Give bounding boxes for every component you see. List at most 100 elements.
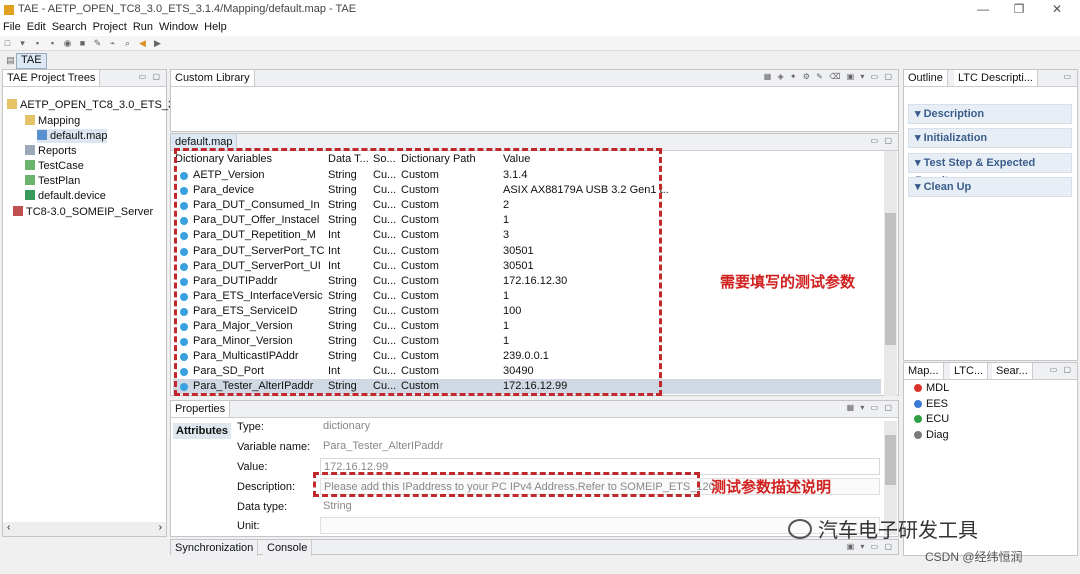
tree-item-mapping[interactable]: Mapping (25, 114, 80, 128)
map-file-icon (37, 130, 47, 140)
horizontal-scrollbar[interactable]: ‹ › (3, 522, 166, 536)
folder-icon (7, 99, 17, 109)
editor-panel-controls-icon[interactable]: ▭ ▢ (871, 136, 894, 145)
tree-label: TestPlan (38, 175, 81, 187)
custom-library-header: Custom Library ▦ ◈ ✦ ⚙ ✎ ⌫ ▣ ▾ ▭ ▢ (171, 70, 898, 87)
new-icon[interactable]: □ (2, 38, 13, 48)
menu-help[interactable]: Help (201, 20, 230, 35)
wechat-watermark: 汽车电子研发工具 (788, 514, 978, 543)
toolbar: □ ▾ ▪ ▪ ◉ ■ ✎ ⌁ ⌕ ◀ ▶ (0, 36, 1080, 51)
map-item[interactable]: EES (914, 397, 948, 411)
panel-controls-icon[interactable]: ▭ ▢ (139, 72, 162, 81)
project-icon (13, 206, 23, 216)
prop-value-type: dictionary (323, 420, 371, 432)
open-perspective-icon[interactable]: ▤ (5, 55, 16, 65)
menu-project[interactable]: Project (90, 20, 130, 35)
section-label: Clean Up (923, 181, 972, 193)
tree-label: Reports (38, 145, 77, 157)
edit-icon[interactable]: ✎ (92, 38, 103, 48)
folder-icon (25, 115, 35, 125)
annotation-box-description (313, 472, 700, 497)
map-panel-header: Map... LTC... Sear... ▭ ▢ (904, 363, 1077, 380)
tree-label: AETP_OPEN_TC8_3.0_ETS_3.1 (20, 99, 184, 111)
map-item[interactable]: MDL (914, 381, 949, 395)
editor-vertical-scrollbar[interactable] (884, 151, 897, 396)
back-icon[interactable]: ◀ (137, 38, 148, 48)
menu-run[interactable]: Run (130, 20, 156, 35)
prop-value-data-type: String (323, 500, 352, 512)
map-item-icon (914, 384, 922, 392)
tab-map[interactable]: Map... (904, 363, 944, 379)
forward-icon[interactable]: ▶ (152, 38, 163, 48)
save-all-icon[interactable]: ▪ (47, 38, 58, 48)
annotation-params-label: 需要填写的测试参数 (720, 274, 856, 291)
map-item-icon (914, 430, 922, 439)
menu-window[interactable]: Window (156, 20, 201, 35)
section-label: Description (923, 108, 985, 120)
testcase-icon (25, 160, 35, 170)
window-title: TAE - AETP_OPEN_TC8_3.0_ETS_3.1.4/Mappin… (18, 3, 357, 15)
section-initialization[interactable]: ▾ Initialization (908, 128, 1072, 148)
scroll-left-icon[interactable]: ‹ (7, 522, 10, 533)
tree-item-someip-server[interactable]: TC8-3.0_SOMEIP_Server (13, 205, 153, 219)
menu-file[interactable]: File (0, 20, 24, 35)
maximize-button[interactable]: ❐ (1004, 2, 1034, 18)
tree-item-default-map[interactable]: default.map (37, 129, 108, 143)
tab-properties[interactable]: Properties (171, 401, 231, 417)
tree-item-testcase[interactable]: TestCase (25, 159, 84, 173)
tab-project-trees[interactable]: TAE Project Trees (3, 70, 101, 86)
properties-scroll-thumb[interactable] (885, 435, 896, 485)
section-clean-up[interactable]: ▾ Clean Up (908, 177, 1072, 197)
tab-synchronization[interactable]: Synchronization (171, 540, 259, 556)
library-toolbar-icons[interactable]: ▦ ◈ ✦ ⚙ ✎ ⌫ ▣ ▾ ▭ ▢ (764, 72, 894, 81)
scroll-thumb[interactable] (885, 213, 896, 345)
tab-ltc[interactable]: LTC... (950, 363, 989, 379)
tab-console[interactable]: Console (263, 540, 313, 556)
minimize-button[interactable]: — (968, 2, 998, 18)
perspective-tae[interactable]: TAE (16, 53, 47, 69)
scroll-right-icon[interactable]: › (159, 522, 162, 533)
outline-panel-controls-icon[interactable]: ▭ (1063, 72, 1073, 81)
map-item-label: EES (926, 397, 949, 410)
menu-search[interactable]: Search (49, 20, 90, 35)
section-description[interactable]: ▾ Description (908, 104, 1072, 124)
close-button[interactable]: ✕ (1042, 2, 1072, 18)
run-icon[interactable]: ◉ (62, 38, 73, 48)
tab-custom-library[interactable]: Custom Library (171, 70, 255, 86)
menu-edit[interactable]: Edit (24, 20, 49, 35)
project-trees-panel: TAE Project Trees ▭ ▢ AETP_OPEN_TC8_3.0_… (2, 69, 183, 537)
tree-item-project[interactable]: AETP_OPEN_TC8_3.0_ETS_3.1 (7, 98, 183, 112)
tree-label: TC8-3.0_SOMEIP_Server (26, 206, 154, 218)
prop-label-unit: Unit: (237, 520, 260, 532)
link-icon[interactable]: ⌁ (107, 38, 118, 48)
perspective-bar: ▤ TAE (0, 52, 1080, 69)
map-item[interactable]: ECU (914, 412, 949, 426)
map-item[interactable]: Diag (914, 428, 949, 442)
tree-item-testplan[interactable]: TestPlan (25, 174, 80, 188)
map-item-label: Diag (926, 428, 949, 441)
tab-attributes[interactable]: Attributes (173, 423, 231, 439)
menu-bar: File Edit Search Project Run Window Help (0, 20, 1080, 36)
map-panel-controls-icon[interactable]: ▭ ▢ (1050, 365, 1073, 374)
tree-item-reports[interactable]: Reports (25, 144, 77, 158)
map-item-label: ECU (926, 413, 950, 425)
search-icon[interactable]: ⌕ (122, 38, 133, 48)
stop-icon[interactable]: ■ (77, 38, 88, 48)
properties-panel-controls-icon[interactable]: ▦ ▾ ▭ ▢ (847, 403, 894, 412)
map-item-icon (914, 415, 922, 423)
outline-panel: Outline LTC Descripti... ▭ ▾ Description… (903, 69, 1078, 361)
watermark-text: 汽车电子研发工具 (818, 520, 978, 542)
tab-ltc-description[interactable]: LTC Descripti... (954, 70, 1038, 86)
section-test-step[interactable]: ▾ Test Step & Expected Result (908, 153, 1072, 187)
tree-item-default-device[interactable]: default.device (25, 189, 106, 203)
tab-outline[interactable]: Outline (904, 70, 948, 86)
csdn-watermark: CSDN @经纬恒润 (925, 550, 1023, 564)
save-icon[interactable]: ▪ (32, 38, 43, 48)
report-icon (25, 145, 35, 155)
wechat-icon (788, 519, 812, 539)
tab-search[interactable]: Sear... (992, 363, 1033, 379)
tree-label: TestCase (38, 160, 84, 172)
tree-label: Mapping (38, 115, 81, 127)
console-controls-icon[interactable]: ▣ ▾ ▭ ▢ (847, 542, 894, 551)
dropdown-icon[interactable]: ▾ (17, 38, 28, 48)
